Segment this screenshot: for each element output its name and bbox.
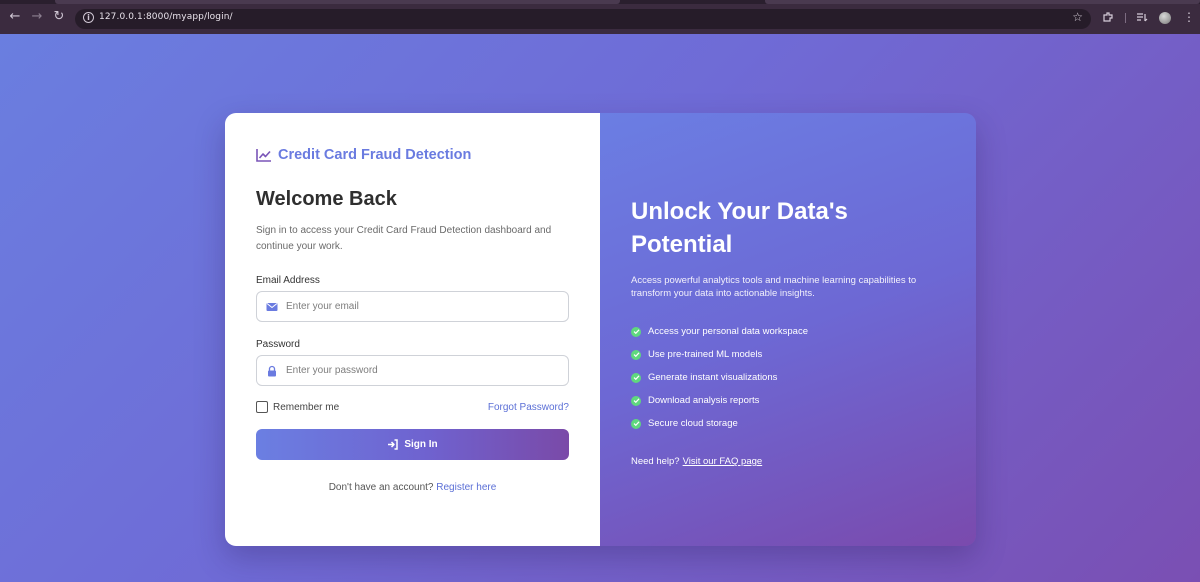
check-circle-icon: [631, 395, 641, 406]
email-field[interactable]: [256, 291, 569, 322]
help-line: Need help? Visit our FAQ page: [631, 456, 762, 467]
page-title: Welcome Back: [256, 188, 397, 210]
toolbar-divider: [1125, 13, 1126, 23]
list-item: Download analysis reports: [631, 389, 808, 412]
remember-label[interactable]: Remember me: [273, 402, 339, 413]
menu-kebab-icon[interactable]: ⋮: [1183, 11, 1195, 23]
feature-text: Access your personal data workspace: [648, 326, 808, 337]
login-panel: Credit Card Fraud Detection Welcome Back…: [225, 113, 600, 546]
tab[interactable]: [765, 0, 1200, 4]
sign-in-icon: [388, 439, 399, 450]
site-info-icon[interactable]: i: [83, 12, 94, 23]
tab[interactable]: [55, 0, 620, 4]
lock-icon: [268, 365, 276, 377]
envelope-icon: [266, 303, 278, 311]
feature-text: Secure cloud storage: [648, 418, 738, 429]
sign-in-button[interactable]: Sign In: [256, 429, 569, 460]
address-bar[interactable]: i 127.0.0.1:8000/myapp/login/ ☆: [75, 9, 1091, 29]
brand: Credit Card Fraud Detection: [256, 147, 471, 163]
brand-title: Credit Card Fraud Detection: [278, 147, 472, 163]
password-input[interactable]: [286, 356, 556, 385]
password-label: Password: [256, 339, 300, 350]
forgot-password-link[interactable]: Forgot Password?: [488, 402, 569, 413]
faq-link[interactable]: Visit our FAQ page: [683, 456, 763, 467]
back-icon[interactable]: ←: [8, 10, 22, 24]
remember-checkbox[interactable]: [256, 401, 268, 413]
list-item: Generate instant visualizations: [631, 366, 808, 389]
tab-strip: [0, 0, 1200, 4]
email-input[interactable]: [286, 292, 556, 321]
help-prompt: Need help?: [631, 456, 680, 467]
reload-icon[interactable]: ↻: [52, 10, 66, 24]
page-subtitle: Sign in to access your Credit Card Fraud…: [256, 225, 552, 252]
profile-avatar[interactable]: [1159, 12, 1171, 24]
register-link[interactable]: Register here: [436, 482, 496, 493]
check-circle-icon: [631, 418, 641, 429]
sign-in-label: Sign In: [404, 439, 438, 450]
forward-icon[interactable]: →: [30, 10, 44, 24]
line-chart-icon: [256, 149, 271, 162]
list-item: Access your personal data workspace: [631, 320, 808, 343]
list-item: Secure cloud storage: [631, 412, 808, 435]
remember-me[interactable]: Remember me: [256, 401, 339, 413]
bookmark-star-icon[interactable]: ☆: [1072, 10, 1083, 24]
email-label: Email Address: [256, 275, 320, 286]
list-item: Use pre-trained ML models: [631, 343, 808, 366]
password-field[interactable]: [256, 355, 569, 386]
promo-panel: Unlock Your Data's Potential Access powe…: [600, 113, 976, 546]
reading-list-icon[interactable]: [1136, 11, 1148, 25]
check-circle-icon: [631, 372, 641, 383]
check-circle-icon: [631, 349, 641, 360]
register-prompt-text: Don't have an account?: [328, 482, 434, 493]
address-url[interactable]: 127.0.0.1:8000/myapp/login/: [99, 12, 233, 22]
register-prompt: Don't have an account? Register here: [225, 482, 600, 493]
browser-toolbar: ← → ↻ i 127.0.0.1:8000/myapp/login/ ☆ ⋮: [0, 0, 1200, 34]
promo-headline: Unlock Your Data's Potential: [631, 198, 848, 258]
feature-text: Download analysis reports: [648, 395, 760, 406]
feature-text: Generate instant visualizations: [648, 372, 778, 383]
check-circle-icon: [631, 326, 641, 337]
promo-description: Access powerful analytics tools and mach…: [631, 275, 917, 299]
feature-text: Use pre-trained ML models: [648, 349, 763, 360]
feature-list: Access your personal data workspace Use …: [631, 320, 808, 435]
extensions-icon[interactable]: [1102, 11, 1114, 25]
login-card: Credit Card Fraud Detection Welcome Back…: [225, 113, 976, 546]
